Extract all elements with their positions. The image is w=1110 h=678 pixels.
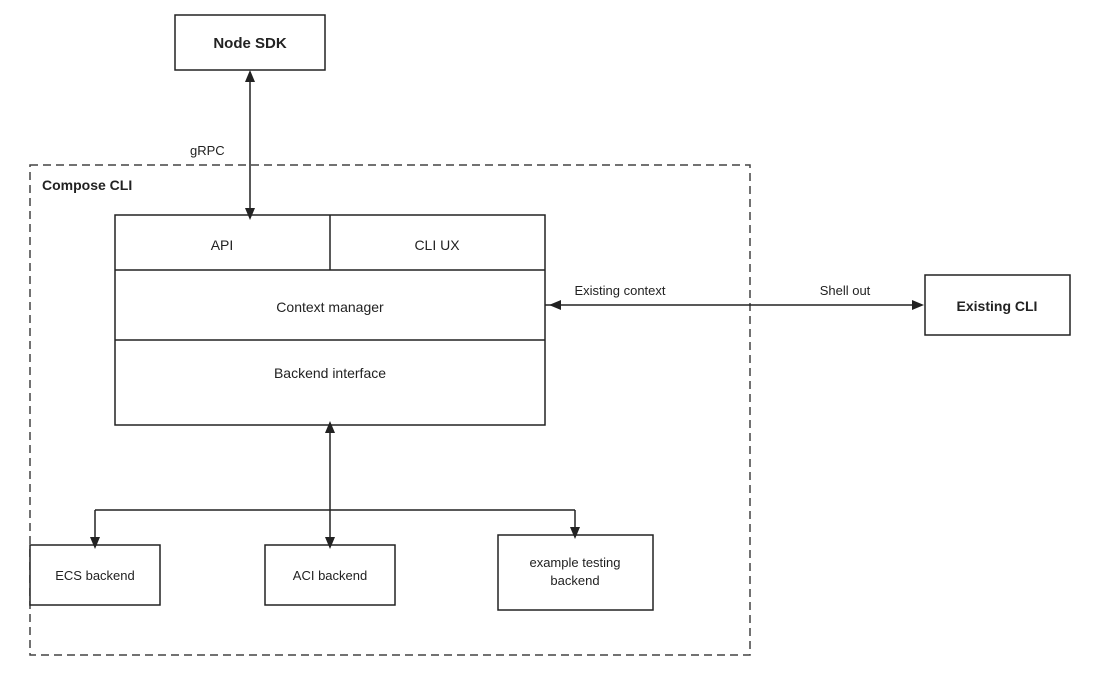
svg-text:Existing context: Existing context: [574, 283, 665, 298]
svg-text:Node SDK: Node SDK: [213, 35, 287, 52]
svg-text:Existing CLI: Existing CLI: [957, 298, 1038, 314]
svg-text:backend: backend: [550, 573, 599, 588]
diagram-container: Compose CLI API CLI UX Context manager B…: [0, 0, 1110, 678]
svg-text:Context manager: Context manager: [276, 299, 384, 315]
svg-text:Compose CLI: Compose CLI: [42, 177, 132, 193]
svg-text:ACI backend: ACI backend: [293, 568, 367, 583]
svg-text:gRPC: gRPC: [190, 143, 225, 158]
svg-text:Backend interface: Backend interface: [274, 365, 386, 381]
diagram-svg: Compose CLI API CLI UX Context manager B…: [0, 0, 1110, 678]
svg-text:example testing: example testing: [529, 555, 620, 570]
svg-text:Shell out: Shell out: [820, 283, 871, 298]
svg-text:CLI UX: CLI UX: [414, 237, 460, 253]
svg-text:ECS backend: ECS backend: [55, 568, 135, 583]
svg-text:API: API: [211, 237, 234, 253]
